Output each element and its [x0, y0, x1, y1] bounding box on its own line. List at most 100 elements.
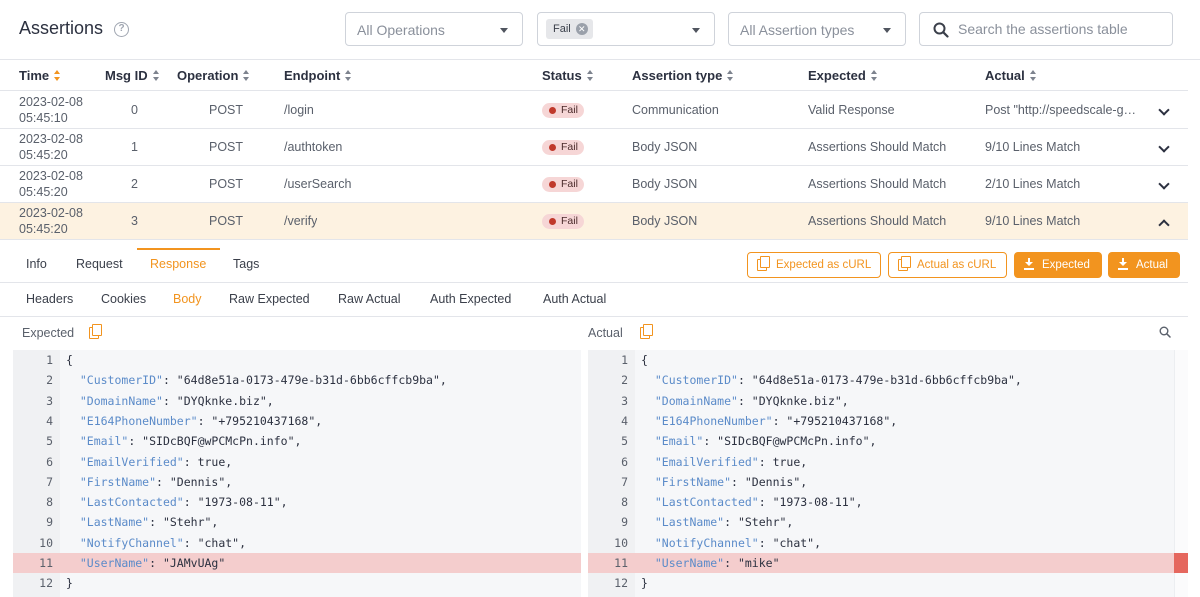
- line-number: 7: [621, 474, 628, 489]
- status-badge: Fail: [542, 177, 584, 192]
- code-line: 9 "LastName": "Stehr",: [13, 512, 581, 532]
- table-row[interactable]: 2023-02-08 05:45:20 2 POST /userSearch F…: [0, 166, 1188, 203]
- chevron-down-icon[interactable]: [1158, 178, 1170, 190]
- column-header-actual[interactable]: Actual: [985, 68, 1037, 83]
- table-row[interactable]: 2023-02-08 05:45:10 0 POST /login Fail C…: [0, 92, 1188, 129]
- endpoint-cell: /verify: [284, 214, 318, 228]
- subtab-headers[interactable]: Headers: [26, 292, 73, 306]
- button-label: Expected as cURL: [776, 259, 872, 271]
- line-number: 5: [46, 434, 53, 449]
- search-input[interactable]: [958, 19, 1163, 39]
- time-cell: 2023-02-08 05:45:20: [19, 132, 83, 162]
- download-expected-button[interactable]: Expected: [1014, 252, 1102, 278]
- download-actual-button[interactable]: Actual: [1108, 252, 1180, 278]
- line-number: 8: [621, 495, 628, 510]
- chevron-down-icon: [692, 28, 700, 33]
- operation-cell: POST: [209, 103, 244, 117]
- code-line: 9 "LastName": "Stehr",: [588, 512, 1174, 532]
- endpoint-cell: /userSearch: [284, 177, 352, 191]
- assertion-type-cell: Communication: [632, 103, 719, 117]
- code-text: "CustomerID": "64d8e51a-0173-479e-b31d-6…: [654, 373, 1022, 388]
- actual-cell: 2/10 Lines Match: [985, 177, 1081, 191]
- code-text: "UserName": "mike": [654, 556, 780, 570]
- code-line: 7 "FirstName": "Dennis",: [588, 472, 1174, 492]
- search-icon[interactable]: [1159, 326, 1171, 338]
- line-number: 6: [621, 454, 628, 469]
- code-text: "E164PhoneNumber": "+795210437168",: [654, 413, 898, 428]
- subtab-auth-expected[interactable]: Auth Expected: [430, 292, 511, 306]
- operations-select[interactable]: All Operations: [345, 12, 523, 46]
- status-filter-select[interactable]: Fail ✕: [537, 12, 715, 46]
- tab-request[interactable]: Request: [76, 257, 123, 271]
- subtab-raw-expected[interactable]: Raw Expected: [229, 292, 310, 306]
- operations-select-placeholder: All Operations: [357, 22, 445, 38]
- actual-as-curl-button[interactable]: Actual as cURL: [888, 252, 1007, 278]
- copy-icon: [757, 256, 770, 272]
- sort-icon: [152, 70, 160, 82]
- tab-tags[interactable]: Tags: [233, 257, 259, 271]
- status-chip: Fail ✕: [546, 19, 593, 39]
- expected-as-curl-button[interactable]: Expected as cURL: [747, 252, 881, 278]
- code-text: {: [66, 353, 73, 367]
- code-line: 12}: [13, 573, 581, 593]
- column-header-expected[interactable]: Expected: [808, 68, 878, 83]
- help-icon[interactable]: ?: [114, 22, 129, 37]
- sort-icon: [586, 70, 594, 82]
- button-label: Expected: [1042, 259, 1090, 271]
- time-cell: 2023-02-08 05:45:20: [19, 206, 83, 236]
- line-number: 5: [621, 434, 628, 449]
- code-text: "DomainName": "DYQknke.biz",: [79, 393, 274, 408]
- line-number: 6: [46, 454, 53, 469]
- copy-icon[interactable]: [640, 324, 653, 339]
- assertion-types-select[interactable]: All Assertion types: [728, 12, 906, 46]
- column-header-assertion-type[interactable]: Assertion type: [632, 68, 734, 83]
- status-badge: Fail: [542, 214, 584, 229]
- code-text: "LastName": "Stehr",: [79, 515, 219, 530]
- table-row[interactable]: 2023-02-08 05:45:20 1 POST /authtoken Fa…: [0, 129, 1188, 166]
- chevron-down-icon[interactable]: [1158, 104, 1170, 116]
- tab-response[interactable]: Response: [150, 257, 206, 271]
- code-text: "EmailVerified": true,: [79, 454, 233, 469]
- code-line: 8 "LastContacted": "1973-08-11",: [13, 492, 581, 512]
- code-line: 7 "FirstName": "Dennis",: [13, 472, 581, 492]
- line-number: 4: [46, 413, 53, 428]
- expected-cell: Valid Response: [808, 103, 895, 117]
- column-label: Msg ID: [105, 68, 148, 83]
- copy-icon[interactable]: [89, 324, 102, 339]
- table-header: Time Msg ID Operation Endpoint Status As…: [0, 61, 1188, 91]
- status-label: Fail: [561, 141, 578, 153]
- subtab-body[interactable]: Body: [173, 292, 202, 306]
- table-row-selected[interactable]: 2023-02-08 05:45:20 3 POST /verify Fail …: [0, 203, 1188, 240]
- operation-cell: POST: [209, 177, 244, 191]
- subtab-raw-actual[interactable]: Raw Actual: [338, 292, 401, 306]
- code-text: "LastContacted": "1973-08-11",: [79, 495, 288, 510]
- expected-cell: Assertions Should Match: [808, 140, 947, 154]
- chevron-down-icon[interactable]: [1158, 141, 1170, 153]
- expected-cell: Assertions Should Match: [808, 214, 947, 228]
- column-label: Time: [19, 68, 50, 83]
- subtab-cookies[interactable]: Cookies: [101, 292, 146, 306]
- line-number: 7: [46, 474, 53, 489]
- subtab-auth-actual[interactable]: Auth Actual: [543, 292, 606, 306]
- status-chip-label: Fail: [553, 23, 571, 35]
- column-header-endpoint[interactable]: Endpoint: [284, 68, 352, 83]
- line-number: 2: [46, 373, 53, 388]
- actual-pane-header: Actual: [588, 317, 1148, 349]
- code-text: "Email": "SIDcBQF@wPCMcPn.info",: [654, 434, 877, 449]
- column-header-time[interactable]: Time: [19, 68, 61, 83]
- actual-label: Actual: [588, 326, 623, 340]
- actual-cell: 9/10 Lines Match: [985, 214, 1081, 228]
- chevron-up-icon[interactable]: [1158, 219, 1170, 231]
- tab-info[interactable]: Info: [26, 257, 47, 271]
- status-label: Fail: [561, 178, 578, 190]
- line-number: 3: [621, 393, 628, 408]
- column-header-msg-id[interactable]: Msg ID: [105, 68, 160, 83]
- close-icon[interactable]: ✕: [575, 23, 588, 35]
- line-number: 2: [621, 373, 628, 388]
- code-line: 1{: [588, 350, 1174, 370]
- sort-icon: [54, 70, 61, 82]
- column-label: Endpoint: [284, 68, 341, 83]
- column-header-status[interactable]: Status: [542, 68, 594, 83]
- line-number: 3: [46, 393, 53, 408]
- column-header-operation[interactable]: Operation: [177, 68, 250, 83]
